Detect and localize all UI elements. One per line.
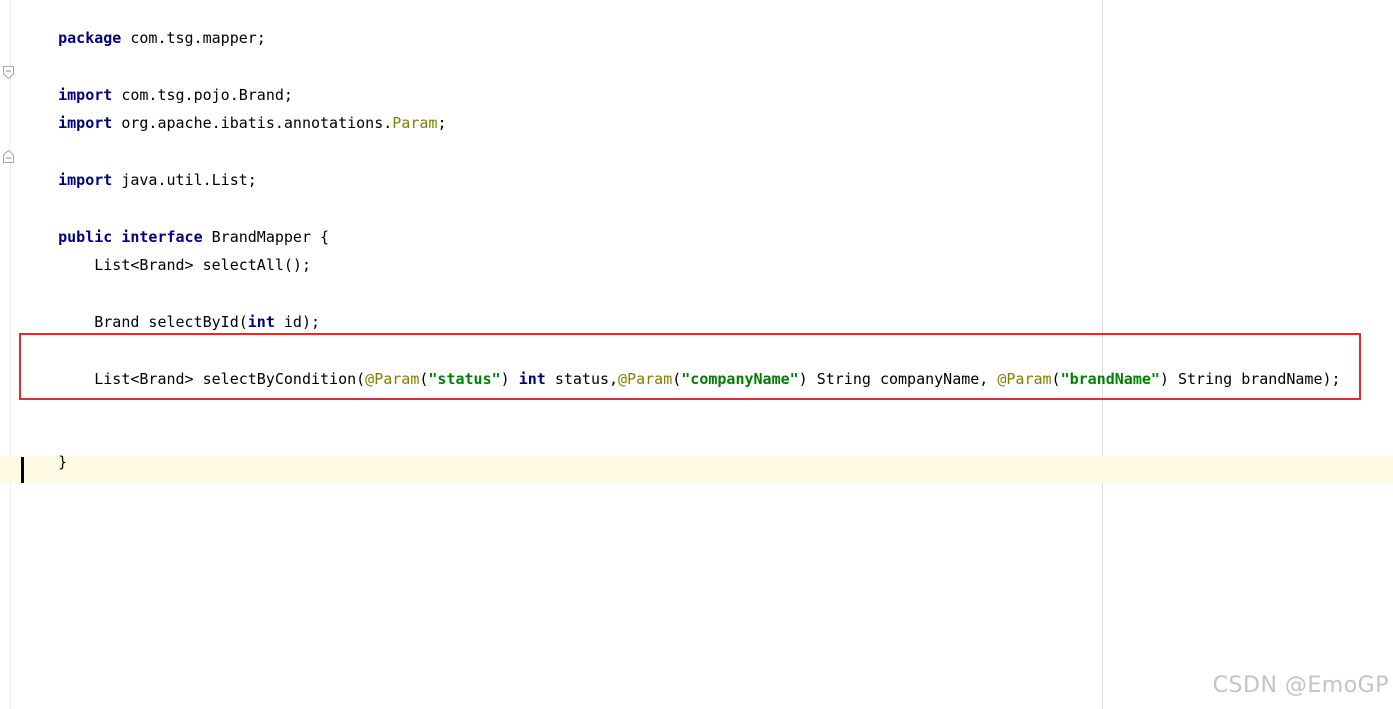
code-editor[interactable]: package com.tsg.mapper; import com.tsg.p… xyxy=(0,0,1393,709)
code-line-package[interactable]: package com.tsg.mapper; xyxy=(22,8,266,47)
method-signature: List<Brand> selectAll(); xyxy=(58,256,311,274)
gutter-divider xyxy=(10,0,11,709)
keyword: package xyxy=(58,29,122,47)
fold-end-icon[interactable] xyxy=(3,150,14,163)
text-caret xyxy=(21,457,24,483)
import-path: java.util.List; xyxy=(112,171,257,189)
code-line-import-param[interactable]: import org.apache.ibatis.annotations.Par… xyxy=(22,93,446,132)
code-line-select-all[interactable]: List<Brand> selectAll(); xyxy=(22,235,311,274)
current-line-highlight xyxy=(0,456,1393,484)
keyword: import xyxy=(58,171,113,189)
code-line-select-by-id[interactable]: Brand selectById(int id); xyxy=(22,292,320,331)
highlight-annotation-box xyxy=(19,333,1361,400)
semicolon: ; xyxy=(437,114,447,132)
method-suffix: id); xyxy=(274,313,321,331)
annotation-class: Param xyxy=(392,114,438,132)
fold-start-icon[interactable] xyxy=(3,66,14,79)
code-line-import-list[interactable]: import java.util.List; xyxy=(22,150,257,189)
keyword: import xyxy=(58,114,113,132)
keyword-int: int xyxy=(247,313,275,331)
code-line-interface-declaration[interactable]: public interface BrandMapper { xyxy=(22,207,329,246)
closing-brace: } xyxy=(58,453,68,471)
code-line-closing-brace[interactable]: } xyxy=(22,432,67,471)
import-path: org.apache.ibatis.annotations. xyxy=(112,114,393,132)
watermark: CSDN @EmoGP xyxy=(1212,673,1389,698)
package-name: com.tsg.mapper; xyxy=(121,29,266,47)
code-line-import-brand[interactable]: import com.tsg.pojo.Brand; xyxy=(22,65,293,104)
method-prefix: Brand selectById( xyxy=(58,313,248,331)
